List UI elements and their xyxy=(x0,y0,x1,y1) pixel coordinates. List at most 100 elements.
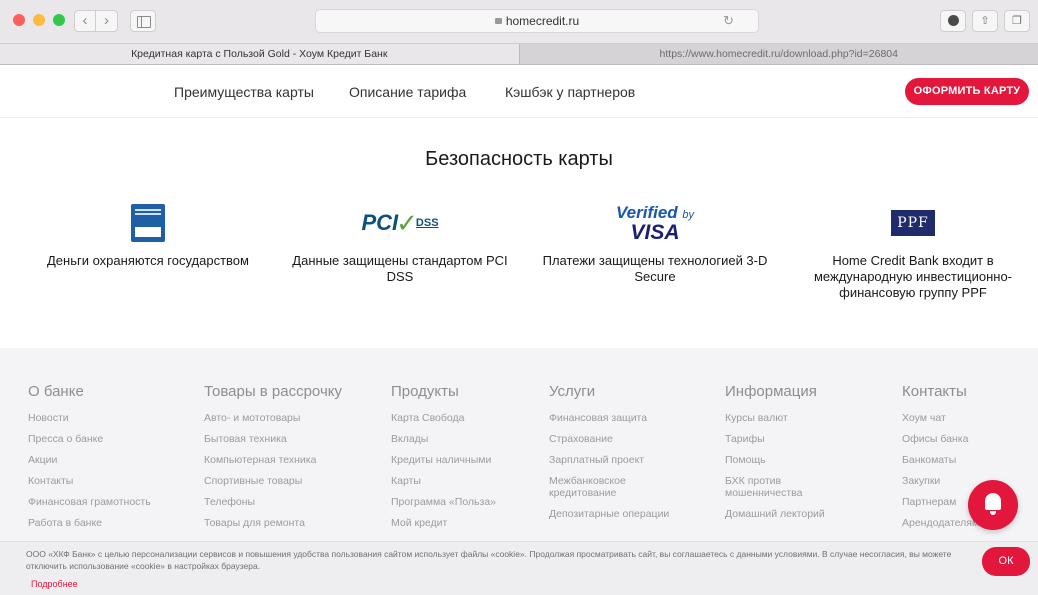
footer-link[interactable]: Авто- и мототовары xyxy=(204,412,342,424)
address-text: homecredit.ru xyxy=(316,14,758,28)
footer-link[interactable]: Телефоны xyxy=(204,496,342,508)
footer-link[interactable]: Новости xyxy=(28,412,151,424)
footer-column-installment: Товары в рассрочку Авто- и мототовары Бы… xyxy=(204,383,342,538)
tab-bar: Кредитная карта с Пользой Gold - Хоум Кр… xyxy=(0,44,1038,65)
apply-card-button[interactable]: ОФОРМИТЬ КАРТУ xyxy=(905,78,1029,105)
footer-heading[interactable]: Продукты xyxy=(391,383,496,400)
minimize-window-button[interactable] xyxy=(33,14,45,26)
footer-link[interactable]: Финансовая защита xyxy=(549,412,679,424)
footer-link[interactable]: Домашний лекторий xyxy=(725,508,855,520)
ppf-logo-text: PPF xyxy=(891,210,935,236)
notifications-button[interactable] xyxy=(968,480,1018,530)
cookie-banner: ООО «ХКФ Банк» с целью персонализации се… xyxy=(0,541,1038,595)
footer-column-contacts: Контакты Хоум чат Офисы банка Банкоматы … xyxy=(902,383,979,538)
browser-window: ‹ › homecredit.ru ↻ ⇧ ❐ Кредитная карта … xyxy=(0,0,1038,595)
footer-link[interactable]: Программа «Польза» xyxy=(391,496,496,508)
footer-link[interactable]: Депозитарные операции xyxy=(549,508,679,520)
footer-link[interactable]: Тарифы xyxy=(725,433,855,445)
feature-text: Платежи защищены технологией 3-D Secure xyxy=(542,253,768,284)
footer-link[interactable]: БХК против мошенничества xyxy=(725,475,825,499)
site-navigation: Преимущества карты Описание тарифа Кэшбэ… xyxy=(0,66,1038,118)
verified-by-visa-logo: Verified by VISA xyxy=(535,203,775,244)
toolbar-actions: ⇧ ❐ xyxy=(940,10,1030,32)
feature-text: Home Credit Bank входит в международную … xyxy=(813,253,1012,300)
nav-link-cashback[interactable]: Кэшбэк у партнеров xyxy=(505,84,635,100)
footer-link[interactable]: Закупки xyxy=(902,475,979,487)
footer-link[interactable]: Работа в банке xyxy=(28,517,151,529)
tab-download[interactable]: https://www.homecredit.ru/download.php?i… xyxy=(518,44,1038,64)
footer-column-about: О банке Новости Пресса о банке Акции Кон… xyxy=(28,383,151,538)
checkmark-icon: ✓ xyxy=(396,207,418,238)
close-window-button[interactable] xyxy=(13,14,25,26)
footer-heading[interactable]: Товары в рассрочку xyxy=(204,383,342,400)
footer-link[interactable]: Вклады xyxy=(391,433,496,445)
tab-card-page[interactable]: Кредитная карта с Пользой Gold - Хоум Кр… xyxy=(0,44,519,64)
pci-dss-logo: PCI ✓ DSS xyxy=(280,203,520,243)
footer-link[interactable]: Контакты xyxy=(28,475,151,487)
footer-link[interactable]: Карты xyxy=(391,475,496,487)
forward-icon[interactable]: › xyxy=(96,10,118,32)
back-icon[interactable]: ‹ xyxy=(74,10,96,32)
browser-toolbar: ‹ › homecredit.ru ↻ ⇧ ❐ xyxy=(0,0,1038,44)
cookie-ok-button[interactable]: ОК xyxy=(982,547,1030,576)
footer-link[interactable]: Хоум чат xyxy=(902,412,979,424)
footer-link[interactable]: Карта Свобода xyxy=(391,412,496,424)
footer-link[interactable]: Бытовая техника xyxy=(204,433,342,445)
tabs-icon[interactable]: ❐ xyxy=(1004,10,1030,32)
footer-link[interactable]: Офисы банка xyxy=(902,433,979,445)
security-section: Безопасность карты Деньги охраняются гос… xyxy=(0,119,1038,348)
footer-link[interactable]: Страхование xyxy=(549,433,679,445)
history-buttons: ‹ › xyxy=(74,10,118,32)
document-icon xyxy=(131,204,165,242)
share-icon[interactable]: ⇧ xyxy=(972,10,998,32)
footer-link[interactable]: Курсы валют xyxy=(725,412,855,424)
footer-heading[interactable]: О банке xyxy=(28,383,151,400)
footer-link[interactable]: Межбанковское кредитование xyxy=(549,475,659,499)
download-icon[interactable] xyxy=(940,10,966,32)
footer-link[interactable]: Мой кредит xyxy=(391,517,496,529)
footer-link[interactable]: Товары для ремонта xyxy=(204,517,342,529)
footer-link[interactable]: Зарплатный проект xyxy=(549,454,679,466)
nav-link-tariff[interactable]: Описание тарифа xyxy=(349,84,466,100)
deposit-insurance-logo xyxy=(28,203,268,243)
feature-text: Деньги охраняются государством xyxy=(47,253,249,268)
footer-heading[interactable]: Услуги xyxy=(549,383,679,400)
footer-column-products: Продукты Карта Свобода Вклады Кредиты на… xyxy=(391,383,496,538)
feature-ppf: PPF Home Credit Bank входит в международ… xyxy=(793,203,1033,301)
cookie-notice-text: ООО «ХКФ Банк» с целью персонализации се… xyxy=(26,549,952,571)
feature-deposit-insurance: Деньги охраняются государством xyxy=(28,203,268,269)
by-text: by xyxy=(682,209,695,221)
footer-link[interactable]: Финансовая грамотность xyxy=(28,496,151,508)
reload-icon[interactable]: ↻ xyxy=(723,13,734,29)
window-controls xyxy=(13,14,65,26)
sidebar-icon[interactable] xyxy=(130,10,156,32)
footer-column-services: Услуги Финансовая защита Страхование Зар… xyxy=(549,383,679,529)
ppf-logo: PPF xyxy=(793,203,1033,243)
address-bar[interactable]: homecredit.ru ↻ xyxy=(315,9,759,33)
bell-icon xyxy=(985,493,1001,510)
footer-heading[interactable]: Информация xyxy=(725,383,855,400)
cookie-more-link[interactable]: Подробнее xyxy=(31,579,78,589)
feature-pci-dss: PCI ✓ DSS Данные защищены стандартом PCI D… xyxy=(280,203,520,285)
dss-logo-text: DSS xyxy=(415,217,439,229)
footer-link[interactable]: Пресса о банке xyxy=(28,433,151,445)
verified-text: Verified xyxy=(615,203,678,222)
footer-link[interactable]: Арендодателям xyxy=(902,517,979,529)
visa-text: VISA xyxy=(630,221,680,244)
lock-icon xyxy=(494,17,502,24)
pci-logo-text: PCI xyxy=(361,210,399,235)
footer-link[interactable]: Помощь xyxy=(725,454,855,466)
footer-link[interactable]: Компьютерная техника xyxy=(204,454,342,466)
footer-heading[interactable]: Контакты xyxy=(902,383,979,400)
address-value: homecredit.ru xyxy=(505,14,580,28)
footer-column-information: Информация Курсы валют Тарифы Помощь БХК… xyxy=(725,383,855,529)
section-title: Безопасность карты xyxy=(425,148,613,170)
zoom-window-button[interactable] xyxy=(53,14,65,26)
footer-link[interactable]: Акции xyxy=(28,454,151,466)
feature-text: Данные защищены стандартом PCI DSS xyxy=(292,253,508,284)
footer-link[interactable]: Спортивные товары xyxy=(204,475,342,487)
footer-link[interactable]: Банкоматы xyxy=(902,454,979,466)
footer-link[interactable]: Кредиты наличными xyxy=(391,454,496,466)
nav-link-advantages[interactable]: Преимущества карты xyxy=(174,84,314,100)
feature-3d-secure: Verified by VISA Платежи защищены технол… xyxy=(535,203,775,285)
